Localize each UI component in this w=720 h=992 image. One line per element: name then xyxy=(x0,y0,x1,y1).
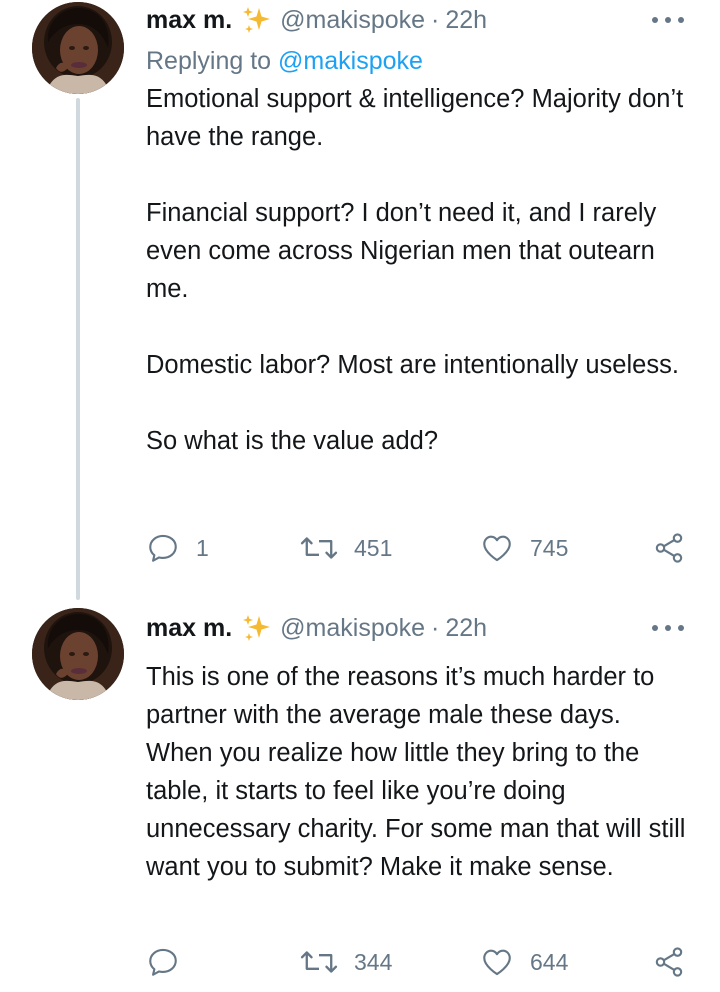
more-horizontal-icon[interactable] xyxy=(652,12,684,28)
author-handle[interactable]: @makispoke xyxy=(280,6,425,35)
tweet[interactable]: max m. @makispoke · 22h Replying to @mak… xyxy=(0,0,720,600)
reply-button[interactable] xyxy=(146,942,196,982)
sparkles-emoji-icon xyxy=(242,5,272,35)
tweet-header: max m. @makispoke · 22h xyxy=(146,608,690,648)
tweet-text: This is one of the reasons it’s much har… xyxy=(146,658,690,886)
avatar[interactable] xyxy=(32,2,124,94)
author-name[interactable]: max m. xyxy=(146,614,232,643)
reply-bubble-icon xyxy=(146,531,180,565)
tweet-actions: 1 451 745 xyxy=(0,528,720,568)
tweet-actions: 344 644 xyxy=(0,942,720,982)
author-name[interactable]: max m. xyxy=(146,6,232,35)
like-count: 745 xyxy=(530,534,569,561)
tweet-timestamp[interactable]: 22h xyxy=(445,614,487,643)
replying-to-label: Replying to xyxy=(146,47,279,75)
tweet-paragraph: Emotional support & intelligence? Majori… xyxy=(146,85,684,151)
like-count: 644 xyxy=(530,948,569,975)
heart-icon xyxy=(480,945,514,979)
author-handle[interactable]: @makispoke xyxy=(280,614,425,643)
retweet-button[interactable]: 344 xyxy=(300,942,392,982)
reply-button[interactable]: 1 xyxy=(146,528,209,568)
retweet-count: 451 xyxy=(354,534,393,561)
thread-connector-line xyxy=(76,98,80,600)
tweet-content: max m. @makispoke · 22h Replying to @mak… xyxy=(146,0,690,460)
tweet-paragraph: Domestic labor? Most are intentionally u… xyxy=(146,351,679,379)
sparkles-emoji-icon xyxy=(242,613,272,643)
share-icon xyxy=(652,531,686,565)
retweet-button[interactable]: 451 xyxy=(300,528,392,568)
retweet-icon xyxy=(300,531,338,565)
retweet-count: 344 xyxy=(354,948,393,975)
share-button[interactable] xyxy=(652,528,686,568)
tweet-thread: max m. @makispoke · 22h Replying to @mak… xyxy=(0,0,720,992)
like-button[interactable]: 745 xyxy=(480,528,568,568)
tweet-timestamp[interactable]: 22h xyxy=(445,6,487,35)
share-icon xyxy=(652,945,686,979)
reply-mention-link[interactable]: @makispoke xyxy=(278,47,423,75)
tweet-text: Emotional support & intelligence? Majori… xyxy=(146,80,690,460)
retweet-icon xyxy=(300,945,338,979)
reply-bubble-icon xyxy=(146,945,180,979)
tweet-paragraph: This is one of the reasons it’s much har… xyxy=(146,663,686,881)
avatar[interactable] xyxy=(32,608,124,700)
like-button[interactable]: 644 xyxy=(480,942,568,982)
share-button[interactable] xyxy=(652,942,686,982)
tweet-content: max m. @makispoke · 22h This is one of t… xyxy=(146,600,690,886)
tweet-paragraph: Financial support? I don’t need it, and … xyxy=(146,199,657,303)
replying-to-line: Replying to @makispoke xyxy=(146,46,690,76)
more-horizontal-icon[interactable] xyxy=(652,620,684,636)
separator-dot: · xyxy=(431,5,440,34)
tweet-header: max m. @makispoke · 22h xyxy=(146,0,690,40)
heart-icon xyxy=(480,531,514,565)
tweet-paragraph: So what is the value add? xyxy=(146,427,439,455)
reply-count: 1 xyxy=(196,534,209,561)
tweet[interactable]: max m. @makispoke · 22h This is one of t… xyxy=(0,600,720,992)
separator-dot: · xyxy=(431,613,440,642)
